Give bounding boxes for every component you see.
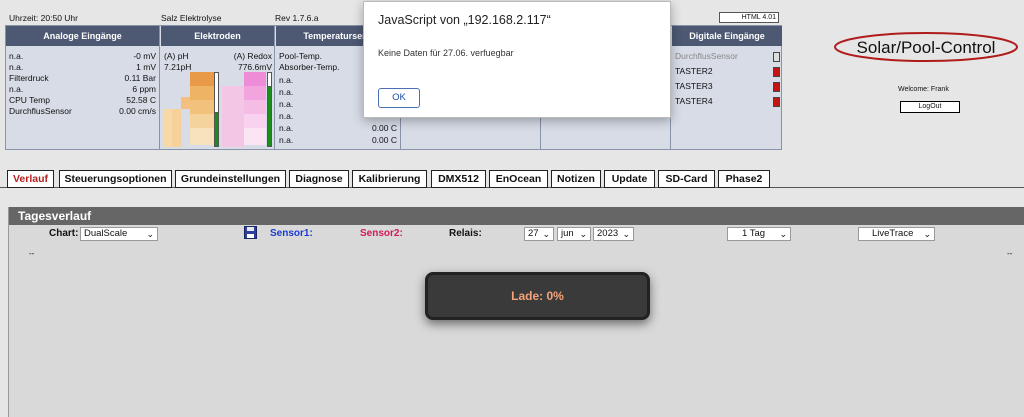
ph-bar <box>181 97 190 109</box>
mode-text: Salz Elektrolyse <box>161 13 222 23</box>
digital-row: TASTER4 <box>675 96 713 106</box>
ph-bar <box>163 109 172 147</box>
analog-row: n.a. 1 mV <box>9 62 156 72</box>
digital-header: Digitale Eingänge <box>672 26 782 46</box>
range-select[interactable]: 1 Tag ⌄ <box>727 227 791 241</box>
logout-button[interactable]: LogOut <box>900 101 960 113</box>
chevron-down-icon: ⌄ <box>579 229 587 239</box>
chevron-down-icon: ⌄ <box>779 229 787 239</box>
ok-button[interactable]: OK <box>378 88 420 108</box>
tab-verlauf[interactable]: Verlauf <box>7 170 54 188</box>
tab-update[interactable]: Update <box>604 170 655 188</box>
analog-row: n.a. 6 ppm <box>9 84 156 94</box>
analog-row: n.a. -0 mV <box>9 51 156 61</box>
ph-scale <box>190 72 214 147</box>
digital-row: TASTER3 <box>675 81 713 91</box>
tab-steuerungsoptionen[interactable]: Steuerungsoptionen <box>59 170 172 188</box>
digital-indicator <box>773 82 780 92</box>
tab-grundeinstellungen[interactable]: Grundeinstellungen <box>175 170 286 188</box>
analog-row: Filterdruck 0.11 Bar <box>9 73 156 83</box>
save-icon[interactable] <box>244 226 257 239</box>
chevron-down-icon: ⌄ <box>923 229 931 239</box>
analog-inputs-column: Analoge Eingänge n.a. -0 mV n.a. 1 mV Filt… <box>6 26 160 149</box>
temp-row: n.a. 0.00 C <box>279 123 397 133</box>
revision-text: Rev 1.7.6.a <box>275 13 319 23</box>
analog-row: CPU Temp 52.58 C <box>9 95 156 105</box>
temp-row: n.a. 0.00 C <box>279 135 397 145</box>
tab-diagnose[interactable]: Diagnose <box>289 170 349 188</box>
solar-pool-control-logo: Solar/Pool-Control <box>834 32 1018 62</box>
redox-level-bar <box>267 86 272 147</box>
tab-enocean[interactable]: EnOcean <box>489 170 548 188</box>
digital-indicator <box>773 67 780 77</box>
digital-row: DurchflusSensor <box>675 51 738 61</box>
day-select[interactable]: 27 ⌄ <box>524 227 554 241</box>
analog-row: DurchflusSensor 0.00 cm/s <box>9 106 156 116</box>
digital-row: TASTER2 <box>675 66 713 76</box>
chevron-down-icon: ⌄ <box>622 229 630 239</box>
html-validation-badge[interactable]: HTML 4.01 <box>719 12 779 23</box>
electrodes-column: Elektroden (A) pH 7.21pH (A) Redox 776.6… <box>161 26 275 149</box>
tab-phase2[interactable]: Phase2 <box>718 170 770 188</box>
redox-bar <box>222 86 244 147</box>
loading-indicator: Lade: 0% <box>425 272 650 320</box>
trace-select[interactable]: LiveTrace ⌄ <box>858 227 935 241</box>
digital-inputs-column: Digitale Eingänge HTML 4.01 DurchflusSen… <box>672 12 782 149</box>
ph-level-bar <box>214 112 219 147</box>
redox-label: (A) Redox <box>233 51 272 61</box>
chart-placeholder-left: -- <box>29 249 35 258</box>
redox-scale <box>244 72 266 147</box>
chart-label: Chart: <box>49 228 79 239</box>
dialog-title: JavaScript von „192.168.2.117“ <box>378 13 551 27</box>
ph-bar <box>172 109 181 147</box>
chart-select[interactable]: DualScale ⌄ <box>80 227 158 241</box>
chevron-down-icon: ⌄ <box>146 229 154 239</box>
digital-indicator <box>773 52 780 62</box>
loading-text: Lade: 0% <box>511 289 564 303</box>
dialog-message: Keine Daten für 27.06. verfuegbar <box>378 48 514 58</box>
svg-text:Solar/Pool-Control: Solar/Pool-Control <box>857 38 996 57</box>
tab-notizen[interactable]: Notizen <box>551 170 601 188</box>
tab-sd-card[interactable]: SD-Card <box>658 170 715 188</box>
alert-dialog: JavaScript von „192.168.2.117“ Keine Dat… <box>363 1 671 118</box>
page-title: Tagesverlauf <box>9 207 1024 225</box>
electrodes-header: Elektroden <box>161 26 274 46</box>
ph-label: (A) pH <box>164 51 189 61</box>
chart-placeholder-right: -- <box>1007 249 1013 258</box>
tab-dmx512[interactable]: DMX512 <box>431 170 486 188</box>
relais-label: Relais: <box>449 228 482 239</box>
digital-indicator <box>773 97 780 107</box>
month-select[interactable]: jun ⌄ <box>557 227 591 241</box>
sensor1-label[interactable]: Sensor1: <box>270 228 313 239</box>
tab-kalibrierung[interactable]: Kalibrierung <box>352 170 427 188</box>
chevron-down-icon: ⌄ <box>542 229 550 239</box>
sensor2-label[interactable]: Sensor2: <box>360 228 403 239</box>
analog-header: Analoge Eingänge <box>6 26 159 46</box>
year-select[interactable]: 2023 ⌄ <box>593 227 634 241</box>
welcome-text: Welcome: Frank <box>898 86 949 93</box>
time-text: Uhrzeit: 20:50 Uhr <box>9 13 78 23</box>
